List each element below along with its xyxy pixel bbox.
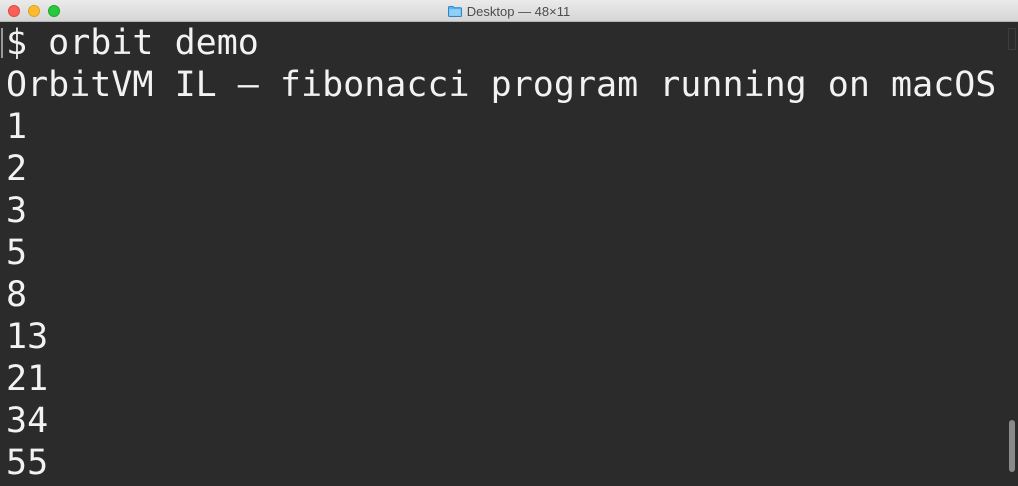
window-title-text: Desktop — 48×11 [466, 3, 571, 19]
vertical-scrollbar[interactable] [1006, 22, 1018, 486]
output-line: 5 [6, 233, 28, 273]
title-bar[interactable]: Desktop — 48×11 [0, 0, 1018, 22]
output-line: 13 [6, 317, 49, 357]
scroll-track-top [1008, 28, 1016, 50]
folder-icon [447, 5, 462, 17]
output-line: OrbitVM IL — fibonacci program running o… [6, 65, 997, 105]
window-title: Desktop — 48×11 [0, 0, 1018, 22]
output-line: 2 [6, 149, 28, 189]
scroll-thumb[interactable] [1009, 420, 1015, 472]
line-marker [1, 28, 3, 58]
output-line: 34 [6, 401, 49, 441]
output-line: 8 [6, 275, 28, 315]
output-line: 3 [6, 191, 28, 231]
output-line: 55 [6, 443, 49, 483]
output-line: 1 [6, 107, 28, 147]
output-line: 21 [6, 359, 49, 399]
terminal-content[interactable]: $ orbit demo OrbitVM IL — fibonacci prog… [0, 22, 1006, 486]
command-line: $ orbit demo [6, 23, 259, 63]
terminal-window: Desktop — 48×11 $ orbit demo OrbitVM IL … [0, 0, 1018, 486]
